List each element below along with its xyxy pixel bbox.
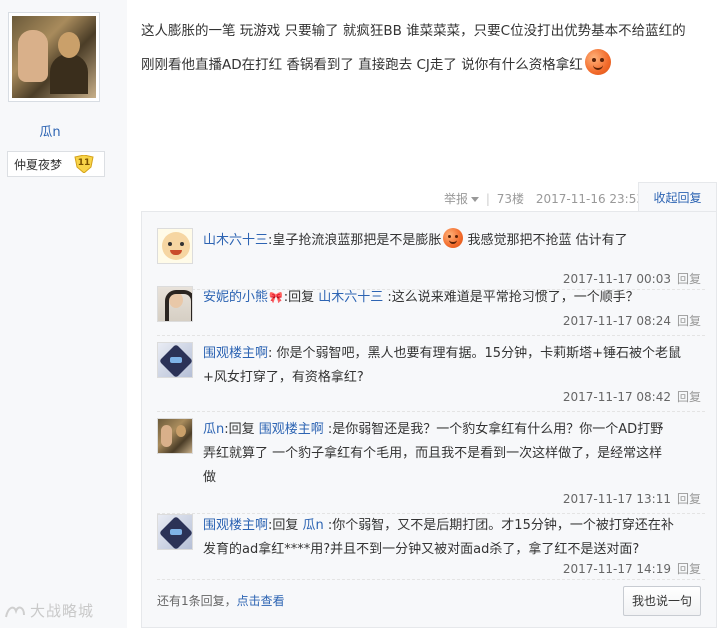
reply-target-username[interactable]: 围观楼主啊 [259, 422, 324, 437]
list-item: 瓜n:回复 围观楼主啊 :是你弱智还是我？一个豹女拿红有什么用？你一个AD打野 … [157, 418, 705, 514]
floor-number: 73楼 [496, 192, 525, 206]
list-item: 山木六十三:皇子抢流浪蓝那把是不是膨胀 我感觉那把不抢蓝 估计有了 2017-1… [157, 228, 705, 290]
author-avatar[interactable] [8, 12, 100, 102]
list-item: 围观楼主啊: 你是个弱智吧，黑人也要有理有据。15分钟，卡莉斯塔+锤石被个老鼠 … [157, 342, 705, 412]
reply-target-username[interactable]: 山木六十三 [318, 290, 383, 305]
reply-username[interactable]: 围观楼主啊 [203, 346, 268, 361]
post-meta: 举报 | 73楼 2017-11-16 23:53 [444, 192, 644, 206]
watermark-logo-icon [5, 606, 25, 617]
reply-time: 2017-11-17 08:42 [562, 390, 671, 404]
author-name-link[interactable]: 瓜n [0, 121, 100, 140]
post-content: 这人膨胀的一笔 玩游戏 只要输了 就疯狂BB 谁菜菜菜，只要C位没打出优势基本不… [141, 14, 716, 82]
avatar[interactable] [157, 286, 193, 322]
list-item: 安妮的小熊🎀:回复 山木六十三 :这么说来难道是平常抢习惯了，一个顺手？ 201… [157, 286, 705, 336]
reply-username[interactable]: 瓜n [203, 422, 224, 437]
avatar[interactable] [157, 514, 193, 550]
report-dropdown[interactable]: 举报 [444, 192, 480, 206]
avatar[interactable] [157, 342, 193, 378]
post-time: 2017-11-16 23:53 [535, 192, 644, 206]
post-line-2: 刚刚看他直播AD在打红 香锅看到了 直接跑去 CJ走了 说你有什么资格拿红 [141, 48, 716, 82]
reply-username[interactable]: 山木六十三 [203, 233, 268, 248]
level-badge[interactable]: 仲夏夜梦 11 [7, 151, 105, 177]
watermark: 大战略城 [4, 600, 94, 621]
grin-emoji-icon [443, 228, 464, 248]
view-more-link[interactable]: 点击查看 [237, 594, 285, 608]
reply-button[interactable]: 回复 [677, 390, 701, 404]
reply-button[interactable]: 回复 [677, 562, 701, 576]
caret-down-icon [471, 197, 480, 202]
reply-button[interactable]: 回复 [677, 314, 701, 328]
reply-list: 山木六十三:皇子抢流浪蓝那把是不是膨胀 我感觉那把不抢蓝 估计有了 2017-1… [141, 211, 717, 628]
reply-time: 2017-11-17 00:03 [562, 272, 671, 286]
reply-username[interactable]: 围观楼主啊 [203, 518, 268, 533]
reply-time: 2017-11-17 13:11 [562, 492, 671, 506]
avatar[interactable] [157, 228, 193, 264]
collapse-replies-button[interactable]: 收起回复 [638, 182, 717, 212]
bow-icon: 🎀 [269, 291, 283, 304]
author-sidebar: 瓜n 仲夏夜梦 11 [0, 0, 127, 628]
reply-target-username[interactable]: 瓜n [303, 518, 324, 533]
level-shield-icon: 11 [74, 154, 94, 174]
level-title: 仲夏夜梦 [14, 157, 63, 172]
list-item: 围观楼主啊:回复 瓜n :你个弱智，又不是后期打团。才15分钟，一个被打穿还在补… [157, 514, 705, 580]
reply-button[interactable]: 回复 [677, 492, 701, 506]
reply-compose-button[interactable]: 我也说一句 [623, 586, 701, 616]
reply-time: 2017-11-17 08:24 [562, 314, 671, 328]
reply-username[interactable]: 安妮的小熊🎀 [203, 290, 284, 305]
avatar[interactable] [157, 418, 193, 454]
reply-button[interactable]: 回复 [677, 272, 701, 286]
grin-emoji-icon [584, 49, 611, 75]
post-line-1: 这人膨胀的一笔 玩游戏 只要输了 就疯狂BB 谁菜菜菜，只要C位没打出优势基本不… [141, 23, 686, 39]
more-replies: 还有1条回复，点击查看 [157, 594, 285, 608]
reply-time: 2017-11-17 14:19 [562, 562, 671, 576]
